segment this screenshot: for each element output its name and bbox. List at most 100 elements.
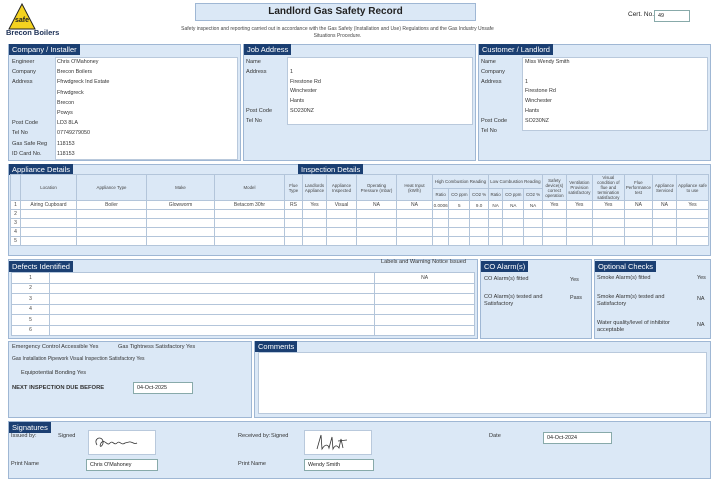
appliance-cell[interactable] [146,218,215,228]
appliance-cell[interactable]: NA [356,200,397,210]
appliance-cell[interactable] [302,227,327,237]
check-cell[interactable]: Yes [676,200,709,210]
landlord-field-value[interactable]: 1 [525,79,528,85]
issuer-print-name[interactable]: Chris O'Mahoney [86,459,158,471]
check-cell[interactable] [623,227,654,237]
defect-notice[interactable] [374,303,475,315]
appliance-cell[interactable] [214,209,285,219]
optional-check-value[interactable]: NA [697,296,705,302]
appliance-cell[interactable] [302,209,327,219]
issuer-signature[interactable] [88,430,156,455]
appliance-cell[interactable]: Yes [302,200,327,210]
appliance-cell[interactable] [146,209,215,219]
appliance-cell[interactable] [326,209,357,219]
company-field-value[interactable]: Chris O'Mahoney [57,59,98,65]
check-cell[interactable] [541,209,567,219]
combustion-cell[interactable]: 0.0006 [431,200,450,210]
appliance-cell[interactable] [396,218,433,228]
appliance-cell[interactable] [76,227,147,237]
combustion-cell[interactable] [523,227,543,237]
check-cell[interactable] [591,227,625,237]
job-field-value[interactable]: SO230NZ [290,108,314,114]
combustion-cell[interactable]: 5 [448,200,471,210]
check-cell[interactable] [541,227,567,237]
defect-notice[interactable] [374,324,475,336]
check-cell[interactable] [676,236,709,246]
combustion-cell[interactable] [448,209,471,219]
defect-description[interactable] [48,314,376,326]
company-field-value[interactable]: Brecon [57,100,74,106]
appliance-cell[interactable] [20,227,77,237]
appliance-cell[interactable]: Visual [326,200,357,210]
combustion-cell[interactable] [487,218,504,228]
appliance-cell[interactable] [326,227,357,237]
company-field-value[interactable]: Brecon Boilers [57,69,92,75]
check-cell[interactable] [541,218,567,228]
appliance-cell[interactable] [20,218,77,228]
signature-date[interactable]: 04-Oct-2024 [543,432,612,444]
combustion-cell[interactable] [487,236,504,246]
co-alarm-value[interactable]: Yes [570,277,579,283]
check-cell[interactable] [652,227,677,237]
job-field-value[interactable]: Firestone Rd [290,79,321,85]
appliance-cell[interactable] [214,236,285,246]
defect-notice[interactable]: NA [374,272,475,284]
appliance-cell[interactable]: Glowworm [146,200,215,210]
receiver-signature[interactable] [304,430,372,455]
check-cell[interactable] [623,209,654,219]
combustion-cell[interactable] [448,218,471,228]
appliance-cell[interactable] [326,218,357,228]
check-cell[interactable] [676,227,709,237]
check-cell[interactable]: Yes [541,200,567,210]
combustion-cell[interactable] [502,227,525,237]
appliance-cell[interactable] [76,218,147,228]
next-inspection-date[interactable]: 04-Oct-2025 [133,382,193,394]
defect-description[interactable] [48,293,376,305]
appliance-cell[interactable]: Betacom 30hr [214,200,285,210]
defect-description[interactable] [48,303,376,315]
appliance-cell[interactable] [356,236,397,246]
appliance-cell[interactable] [356,218,397,228]
appliance-cell[interactable] [76,209,147,219]
appliance-cell[interactable] [356,227,397,237]
receiver-print-name[interactable]: Wendy Smith [304,459,374,471]
check-cell[interactable]: Yes [565,200,593,210]
combustion-cell[interactable] [502,236,525,246]
appliance-cell[interactable] [356,209,397,219]
combustion-cell[interactable] [431,218,450,228]
combustion-cell[interactable] [469,227,489,237]
appliance-cell[interactable] [284,236,303,246]
job-field-value[interactable]: Winchester [290,88,317,94]
appliance-cell[interactable] [214,218,285,228]
combustion-cell[interactable] [523,218,543,228]
combustion-cell[interactable] [448,236,471,246]
appliance-cell[interactable]: NA [396,200,433,210]
defect-description[interactable] [48,282,376,294]
company-field-value[interactable]: Ffrwdgreck [57,90,84,96]
optional-check-value[interactable]: NA [697,322,705,328]
job-field-value[interactable]: Hants [290,98,304,104]
check-cell[interactable] [623,218,654,228]
combustion-cell[interactable]: 9.0 [469,200,489,210]
appliance-cell[interactable] [20,209,77,219]
appliance-cell[interactable] [146,236,215,246]
company-field-value[interactable]: 118153 [57,141,75,147]
job-field-value[interactable]: 1 [290,69,293,75]
landlord-field-value[interactable]: Miss Wendy Smith [525,59,570,65]
company-field-value[interactable]: 07749279050 [57,130,90,136]
combustion-cell[interactable] [469,236,489,246]
check-cell[interactable] [623,236,654,246]
appliance-cell[interactable] [302,236,327,246]
combustion-cell[interactable] [487,209,504,219]
appliance-cell[interactable] [396,236,433,246]
combustion-cell[interactable]: NA [502,200,525,210]
check-cell[interactable] [676,218,709,228]
appliance-cell[interactable]: Boiler [76,200,147,210]
combustion-cell[interactable] [431,236,450,246]
optional-check-value[interactable]: Yes [697,275,706,281]
check-cell[interactable] [591,218,625,228]
appliance-cell[interactable] [146,227,215,237]
combustion-cell[interactable] [502,209,525,219]
appliance-cell[interactable]: Airing Cupboard [20,200,77,210]
defect-description[interactable] [48,324,376,336]
